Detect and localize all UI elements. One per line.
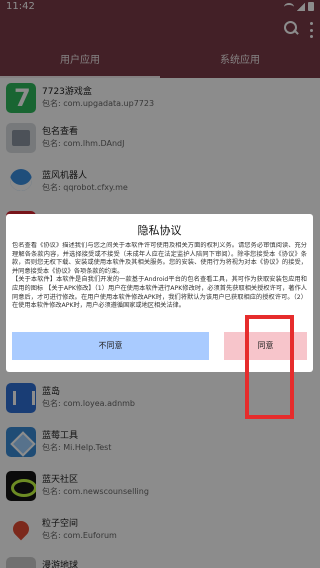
dialog-title: 隐私协议	[137, 224, 182, 237]
dialog-paragraph: 包名查看《协议》描述我们与您之间关于本软件许可使用及相关方面的权利义务。请您务必…	[12, 242, 307, 275]
disagree-button[interactable]: 不同意	[12, 332, 209, 360]
dialog-paragraph: 【关于本软件】本软件是自我们开发的一款基于Android平台的包名查看工具，其可…	[12, 276, 307, 310]
highlight-box	[245, 315, 294, 419]
